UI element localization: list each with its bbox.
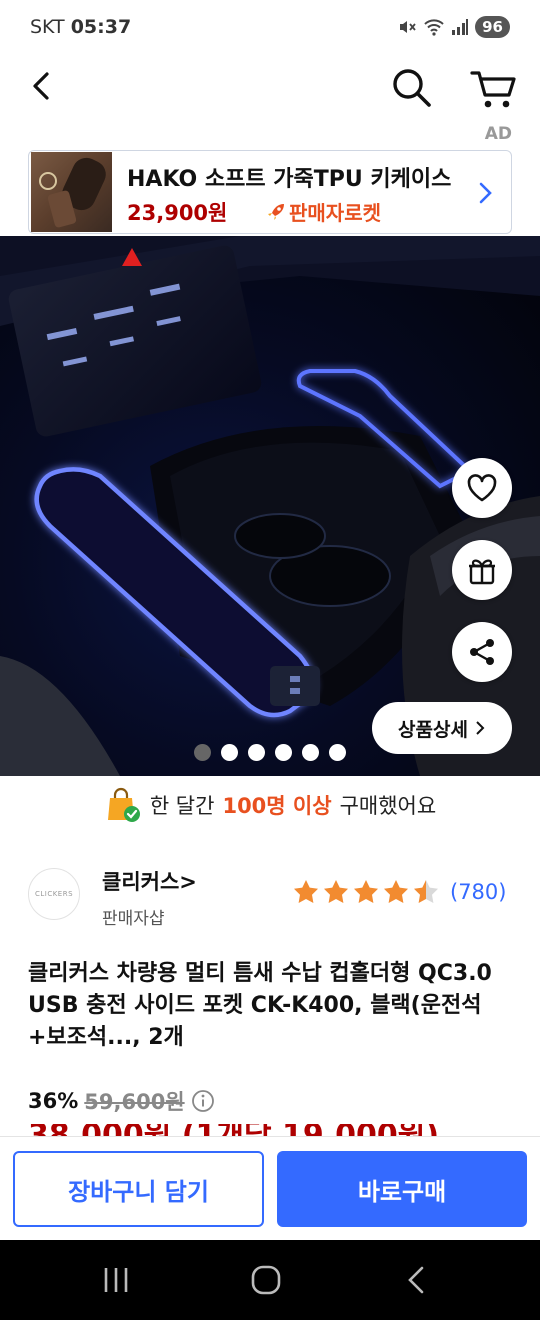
price-row: 36% 59,600원 xyxy=(28,1086,215,1116)
cart-icon[interactable] xyxy=(468,64,518,112)
seller-name-link[interactable]: 클리커스> xyxy=(102,866,197,896)
ad-label: AD xyxy=(484,124,512,144)
chevron-left-icon[interactable] xyxy=(22,66,62,106)
wifi-icon xyxy=(424,19,444,36)
info-icon[interactable] xyxy=(191,1089,215,1113)
carousel-dot[interactable] xyxy=(248,744,265,761)
share-button[interactable] xyxy=(452,622,512,682)
gift-button[interactable] xyxy=(452,540,512,600)
status-right: 96 xyxy=(397,16,510,38)
discount-rate: 36% xyxy=(28,1089,79,1113)
purchase-count-note: 한 달간 100명 이상 구매했어요 xyxy=(0,780,540,830)
signal-icon xyxy=(452,19,469,35)
battery-badge: 96 xyxy=(475,16,510,38)
ad-thumbnail xyxy=(31,152,112,232)
carousel-dot[interactable] xyxy=(275,744,292,761)
heart-icon xyxy=(467,474,497,502)
status-left: SKT 05:37 xyxy=(30,16,131,38)
back-icon[interactable] xyxy=(400,1262,436,1298)
carousel-dot[interactable] xyxy=(302,744,319,761)
search-icon[interactable] xyxy=(388,64,436,112)
purchase-note-highlight: 100명 이상 xyxy=(222,794,332,818)
share-icon xyxy=(470,639,494,665)
system-nav-bar xyxy=(0,1240,540,1320)
mute-icon xyxy=(400,21,416,33)
wishlist-button[interactable] xyxy=(452,458,512,518)
buy-now-button[interactable]: 바로구매 xyxy=(277,1151,527,1227)
carrier-label: SKT xyxy=(30,16,65,38)
rating[interactable]: (780) xyxy=(292,878,506,906)
status-bar: SKT 05:37 96 xyxy=(0,0,540,56)
gift-icon xyxy=(469,559,495,585)
seller-rocket-badge: 판매자로켓 xyxy=(265,197,381,226)
bottom-action-bar: 장바구니 담기 바로구매 xyxy=(0,1136,540,1240)
rocket-label: 판매자로켓 xyxy=(289,201,381,225)
seller-subtitle: 판매자샵 xyxy=(102,909,165,929)
review-count[interactable]: (780) xyxy=(450,880,506,904)
recent-apps-icon[interactable] xyxy=(98,1262,134,1298)
ad-title: HAKO 소프트 가죽TPU 키케이스 xyxy=(127,167,452,192)
carousel-indicator xyxy=(0,744,540,761)
purchase-note-prefix: 한 달간 xyxy=(149,794,215,818)
purchase-note-suffix: 구매했어요 xyxy=(339,794,437,818)
carousel-dot[interactable] xyxy=(221,744,238,761)
rocket-icon xyxy=(268,203,284,220)
product-detail-label: 상품상세 xyxy=(398,718,468,741)
product-title: 클리커스 차량용 멀티 틈새 수납 컵홀더형 QC3.0 USB 충전 사이드 … xyxy=(28,961,492,1050)
shopping-bag-check-icon xyxy=(107,787,140,822)
clock: 05:37 xyxy=(70,16,132,38)
carousel-dot[interactable] xyxy=(329,744,346,761)
chevron-right-icon xyxy=(479,182,492,204)
product-page: SKT 05:37 96 AD HAKO 소프트 가죽TPU 키케이스 23,9… xyxy=(0,0,540,1320)
add-to-cart-button[interactable]: 장바구니 담기 xyxy=(13,1151,264,1227)
ad-banner[interactable]: HAKO 소프트 가죽TPU 키케이스 23,900원 판매자로켓 xyxy=(28,150,512,234)
original-price: 59,600원 xyxy=(84,1090,185,1114)
top-bar xyxy=(0,56,540,120)
home-icon[interactable] xyxy=(248,1262,284,1298)
star-rating xyxy=(294,880,438,903)
carousel-dot[interactable] xyxy=(194,744,211,761)
seller-logo[interactable]: CLICKERS xyxy=(28,868,80,920)
product-image-carousel[interactable]: 상품상세 xyxy=(0,236,540,776)
chevron-right-icon xyxy=(476,721,485,735)
ad-price: 23,900원 xyxy=(127,201,228,225)
